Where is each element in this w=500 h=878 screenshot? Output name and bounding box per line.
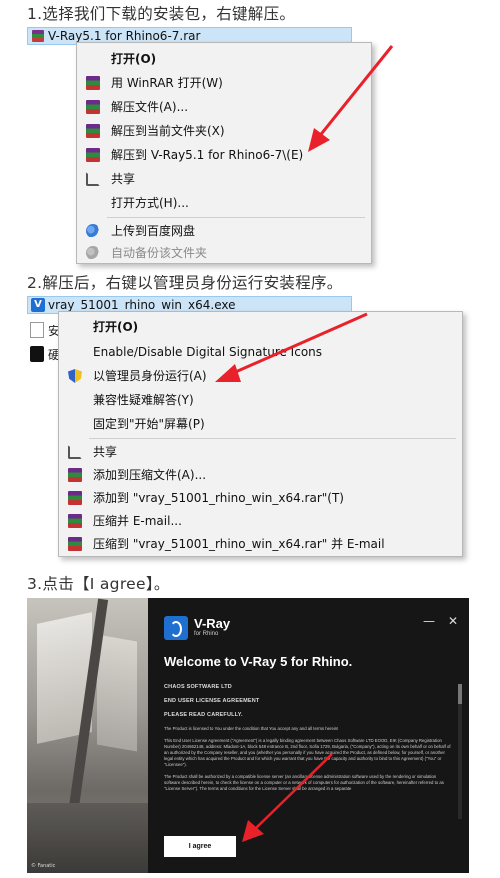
baidu-cloud-icon [86,246,100,260]
menu2-pin-to-start[interactable]: 固定到"开始"屏幕(P) [59,412,462,436]
winrar-icon [68,491,82,505]
license-title: END USER LICENSE AGREEMENT [164,698,260,704]
winrar-icon [86,76,100,90]
menu1-share[interactable]: 共享 [77,167,371,191]
menu-separator [107,217,365,218]
red-arrow-2 [215,312,368,382]
license-scrollbar[interactable] [458,684,462,819]
winrar-file-icon [32,30,44,42]
vray-file-icon: V [31,298,45,312]
license-notice: PLEASE READ CAREFULLY. [164,712,243,718]
winrar-icon [86,100,100,114]
vray-logo-icon [164,616,188,640]
baidu-cloud-icon [86,224,100,238]
license-company: CHAOS SOFTWARE LTD [164,684,232,690]
rar-file-name: V-Ray5.1 for Rhino6-7.rar [48,29,201,43]
step2-caption: 2.解压后，右键以管理员身份运行安装程序。 [27,274,343,292]
welcome-heading: Welcome to V-Ray 5 for Rhino. [164,654,353,669]
license-paragraph: The Product is licensed to You under the… [164,726,339,731]
uac-shield-icon [68,369,82,383]
red-arrow-1 [308,45,394,152]
winrar-icon [68,537,82,551]
menu1-upload-baidu[interactable]: 上传到百度网盘 [77,219,371,243]
i-agree-button[interactable]: I agree [164,836,236,857]
menu2-compat-troubleshoot[interactable]: 兼容性疑难解答(Y) [59,388,462,412]
winrar-icon [86,124,100,138]
photo-credit: © Fanatic [31,863,56,869]
step1-caption: 1.选择我们下载的安装包，右键解压。 [27,5,296,23]
menu1-open-with[interactable]: 打开方式(H)... [77,191,371,215]
close-button[interactable]: ✕ [448,614,458,628]
share-icon [68,445,82,459]
menu2-add-to-archive[interactable]: 添加到压缩文件(A)... [59,463,462,487]
red-arrow-3 [242,753,333,842]
architecture-photo: © Fanatic [27,598,148,873]
menu2-add-to-rar[interactable]: 添加到 "vray_51001_rhino_win_x64.rar"(T) [59,486,462,510]
winrar-icon [86,148,100,162]
document-file-icon [30,322,44,338]
menu2-share[interactable]: 共享 [59,440,462,464]
rhino-file-icon [30,346,44,362]
menu2-compress-email[interactable]: 压缩并 E-mail... [59,509,462,533]
minimize-button[interactable]: — [423,614,435,628]
vray-installer-window: © Fanatic V-Ray for Rhino — ✕ Welcome to… [27,598,469,873]
share-icon [86,172,100,186]
logo-subtitle: for Rhino [194,631,219,637]
menu2-compress-rar-email[interactable]: 压缩到 "vray_51001_rhino_win_x64.rar" 并 E-m… [59,532,462,556]
winrar-icon [68,468,82,482]
menu1-auto-backup[interactable]: 自动备份该文件夹 [77,241,371,265]
step3-caption: 3.点击【I agree】。 [27,575,170,593]
logo-title: V-Ray [194,616,231,631]
menu-separator [89,438,456,439]
winrar-icon [68,514,82,528]
